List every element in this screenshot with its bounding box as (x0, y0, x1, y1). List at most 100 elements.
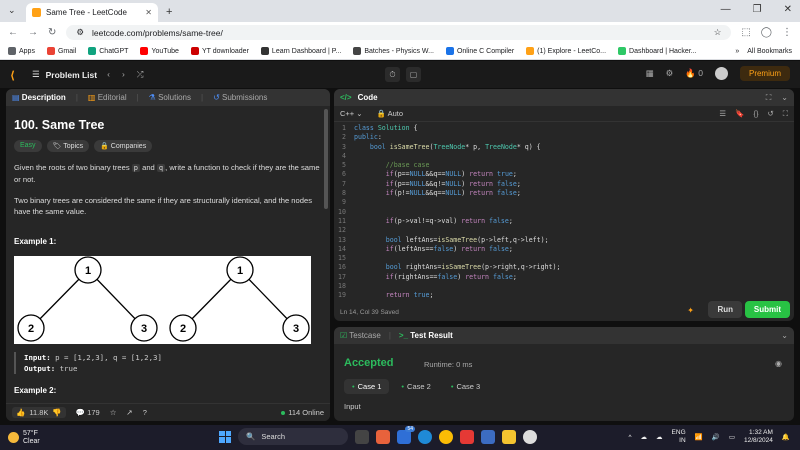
submit-button[interactable]: Submit (744, 301, 790, 318)
problem-list-button[interactable]: ☰ Problem List (32, 69, 97, 80)
minimize-icon[interactable]: — (721, 4, 731, 15)
code-line[interactable]: 5 //base case (334, 161, 794, 170)
volume-icon[interactable]: 🔊 (712, 433, 720, 441)
bookmark-item[interactable]: Online C Compiler (445, 47, 514, 55)
profile-icon[interactable]: ◯ (761, 27, 772, 38)
code-line[interactable]: 15 (334, 254, 794, 263)
fullscreen-icon[interactable]: ⛶ (783, 109, 788, 119)
copilot-icon[interactable] (376, 429, 390, 444)
wifi-icon[interactable]: 📶 (695, 433, 703, 441)
forward-icon[interactable]: → (28, 27, 38, 38)
bookmark-star-icon[interactable]: ☆ (714, 27, 722, 38)
code-line[interactable]: 17 if (rightAns== false) return false; (334, 273, 794, 282)
file-explorer-icon[interactable] (502, 429, 516, 444)
collapse-icon[interactable]: ⌄ (781, 93, 788, 103)
leetcode-logo-icon[interactable]: ⟨ (10, 69, 22, 82)
code-line[interactable]: 19 return true; (334, 291, 794, 300)
extensions-icon[interactable]: ⬚ (741, 27, 750, 38)
prev-problem-icon[interactable]: ‹ (107, 69, 110, 80)
tab-submissions[interactable]: ↺ Submissions (213, 93, 267, 102)
bookmark-item[interactable]: Apps (8, 47, 35, 55)
companies-tag[interactable]: 🔒 Companies (94, 140, 153, 152)
bookmark-item[interactable]: (1) Explore - LeetCo... (526, 47, 606, 55)
eye-icon[interactable]: ◉ (775, 359, 782, 368)
mail-icon[interactable]: 54 (397, 425, 415, 444)
code-line[interactable]: 11 if (p->val!=q->val) return false; (334, 217, 794, 226)
description-scrollbar[interactable] (324, 109, 328, 209)
case-tab-2[interactable]: Case 2 (393, 379, 438, 394)
format-icon[interactable]: ☰ (719, 109, 726, 119)
topics-tag[interactable]: 🏷 Topics (46, 140, 90, 152)
language-select[interactable]: C++ ⌄ (340, 109, 363, 118)
next-problem-icon[interactable]: › (122, 69, 125, 80)
code-line[interactable]: 4 (334, 152, 794, 161)
chrome-icon[interactable] (439, 429, 453, 444)
magic-wand-icon[interactable]: ✦ (687, 306, 694, 315)
back-icon[interactable]: ← (8, 27, 18, 38)
run-button[interactable]: Run (708, 301, 742, 318)
bookmark-item[interactable]: Batches - Physics W... (353, 47, 434, 55)
like-button[interactable]: 👍 11.8K 👎 (12, 407, 66, 418)
code-line[interactable]: 18 (334, 282, 794, 291)
reset-icon[interactable]: ↺ (767, 109, 773, 119)
edge-icon[interactable] (418, 429, 432, 444)
help-icon[interactable]: ? (143, 408, 147, 417)
tab-solutions[interactable]: ⚗ Solutions (149, 93, 191, 102)
battery-icon[interactable]: ▭ (729, 433, 735, 441)
comments-button[interactable]: 💬 179 (76, 408, 100, 417)
tab-test-result[interactable]: >_ Test Result (399, 331, 453, 340)
code-line[interactable]: 10 (334, 208, 794, 217)
thumbs-down-icon[interactable]: 👎 (52, 408, 61, 417)
all-bookmarks[interactable]: All Bookmarks (747, 48, 792, 55)
code-line[interactable]: 3 bool isSameTree(TreeNode * p, TreeNode *… (334, 143, 794, 152)
code-line[interactable]: 13 bool leftAns= isSameTree (p->left,q->le… (334, 236, 794, 245)
more-bookmarks-icon[interactable]: » (735, 48, 739, 55)
code-line[interactable]: 12 (334, 226, 794, 235)
browser-tab[interactable]: Same Tree - LeetCode ✕ (26, 3, 158, 22)
code-line[interactable]: 8 if (p!= NULL &&q== NULL) return false; (334, 189, 794, 198)
premium-button[interactable]: Premium (739, 66, 790, 81)
tab-testcase[interactable]: ☑ Testcase (340, 331, 381, 340)
problem-title[interactable]: 100. Same Tree (14, 118, 322, 132)
tab-editorial[interactable]: ▥ Editorial (88, 93, 127, 102)
timer-icon[interactable]: ⏱ (385, 67, 400, 82)
code-editor[interactable]: 1 class Solution {2 public:3 bool isSameTr… (334, 124, 794, 302)
notifications-icon[interactable]: 🔔 (782, 433, 790, 441)
close-tab-icon[interactable]: ✕ (145, 8, 152, 17)
cloud-icon[interactable]: ☁ (641, 433, 648, 441)
youtube-icon[interactable] (460, 429, 474, 444)
onedrive-icon[interactable]: ☁ (656, 433, 663, 441)
notes-icon[interactable]: ▢ (406, 67, 421, 82)
close-window-icon[interactable]: ✕ (784, 4, 792, 15)
taskbar-search[interactable]: 🔍 Search (238, 428, 348, 445)
system-clock[interactable]: 1:32 AM 12/8/2024 (744, 429, 773, 445)
collapse-icon[interactable]: ⌄ (781, 331, 788, 340)
bookmark-icon[interactable]: 🔖 (735, 109, 744, 119)
code-line[interactable]: 2 public: (334, 133, 794, 142)
braces-icon[interactable]: {} (753, 109, 758, 119)
shuffle-icon[interactable]: ⤮ (137, 69, 144, 80)
bookmark-item[interactable]: YouTube (140, 47, 179, 55)
media-player-icon[interactable] (523, 429, 537, 444)
settings-gear-icon[interactable]: ⚙ (666, 68, 674, 79)
bookmark-item[interactable]: Gmail (46, 47, 76, 55)
settings-icon[interactable] (481, 429, 495, 444)
case-tab-1[interactable]: Case 1 (344, 379, 390, 394)
reload-icon[interactable]: ↻ (48, 27, 56, 38)
tab-search-icon[interactable]: ⌄ (8, 5, 16, 16)
weather-widget[interactable]: 57°F Clear (8, 430, 40, 446)
new-tab-button[interactable]: + (166, 6, 172, 18)
favorite-star-icon[interactable]: ☆ (110, 408, 117, 417)
streak-counter[interactable]: 🔥 0 (685, 68, 703, 79)
layout-icon[interactable]: ▦ (646, 68, 654, 79)
bookmark-item[interactable]: Dashboard | Hacker... (618, 47, 697, 55)
auto-mode[interactable]: 🔒 Auto (377, 109, 403, 118)
avatar[interactable] (714, 67, 728, 80)
menu-icon[interactable]: ⋮ (782, 27, 792, 38)
code-line[interactable]: 9 (334, 198, 794, 207)
bookmark-item[interactable]: Learn Dashboard | P... (260, 47, 341, 55)
tab-description[interactable]: ▤ Description (12, 93, 66, 102)
code-line[interactable]: 1 class Solution { (334, 124, 794, 133)
site-info-icon[interactable]: ⚙ (76, 27, 84, 38)
language-indicator[interactable]: ENG IN (672, 429, 686, 445)
